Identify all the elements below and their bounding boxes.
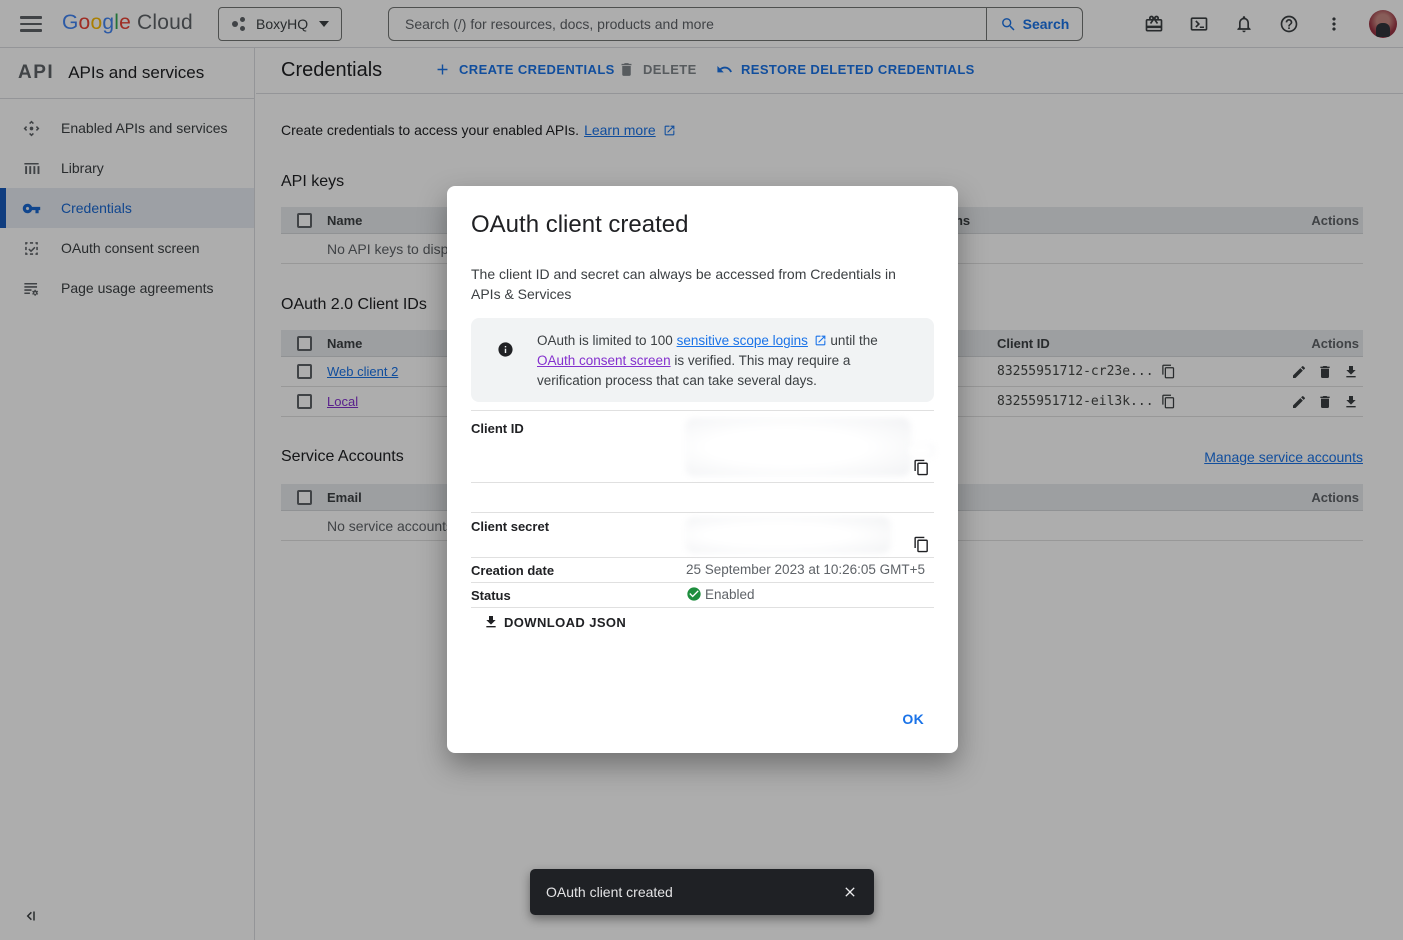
- oauth-client-created-dialog: OAuth client created The client ID and s…: [447, 186, 958, 753]
- dialog-title: OAuth client created: [471, 211, 688, 239]
- client-secret-label: Client secret: [471, 519, 549, 534]
- notice-text: OAuth is limited to 100 sensitive scope …: [537, 331, 916, 391]
- notice-fragment: until the: [827, 333, 878, 348]
- status-value: Enabled: [705, 587, 755, 602]
- snackbar-message: OAuth client created: [530, 884, 842, 900]
- redacted-client-secret: [685, 517, 891, 553]
- dialog-fields: Client ID Client secret Creation date 25…: [471, 410, 934, 608]
- close-icon[interactable]: [842, 884, 858, 900]
- google-cloud-console: G o o g l e Cloud BoxyHQ Search: [0, 0, 1403, 940]
- verification-notice: OAuth is limited to 100 sensitive scope …: [471, 318, 934, 402]
- download-json-label: DOWNLOAD JSON: [504, 615, 626, 630]
- status-label: Status: [471, 588, 511, 603]
- client-secret-row: Client secret: [471, 513, 934, 558]
- check-circle-icon: [686, 586, 702, 602]
- creation-date-row: Creation date 25 September 2023 at 10:26…: [471, 558, 934, 583]
- oauth-consent-screen-link[interactable]: OAuth consent screen: [537, 353, 671, 368]
- client-id-row: Client ID: [471, 410, 934, 483]
- copy-icon[interactable]: [913, 459, 930, 476]
- info-icon: [497, 341, 514, 358]
- copy-icon[interactable]: [913, 536, 930, 553]
- download-icon: [483, 614, 499, 630]
- creation-date-label: Creation date: [471, 563, 554, 578]
- notice-fragment: OAuth is limited to 100: [537, 333, 677, 348]
- creation-date-value: 25 September 2023 at 10:26:05 GMT+5: [686, 562, 925, 577]
- ok-button[interactable]: OK: [894, 705, 932, 733]
- status-row: Status Enabled: [471, 583, 934, 608]
- spacer-row: [471, 483, 934, 513]
- external-link-icon: [814, 334, 827, 347]
- status-badge: Enabled: [686, 586, 755, 602]
- sensitive-scope-logins-link[interactable]: sensitive scope logins: [677, 333, 808, 348]
- snackbar: OAuth client created: [530, 869, 874, 915]
- redacted-client-id: [685, 418, 911, 476]
- dialog-subtitle: The client ID and secret can always be a…: [471, 264, 916, 304]
- download-json-button[interactable]: DOWNLOAD JSON: [483, 614, 626, 630]
- client-id-label: Client ID: [471, 421, 524, 436]
- redacted-client-id-fragment: [908, 444, 936, 457]
